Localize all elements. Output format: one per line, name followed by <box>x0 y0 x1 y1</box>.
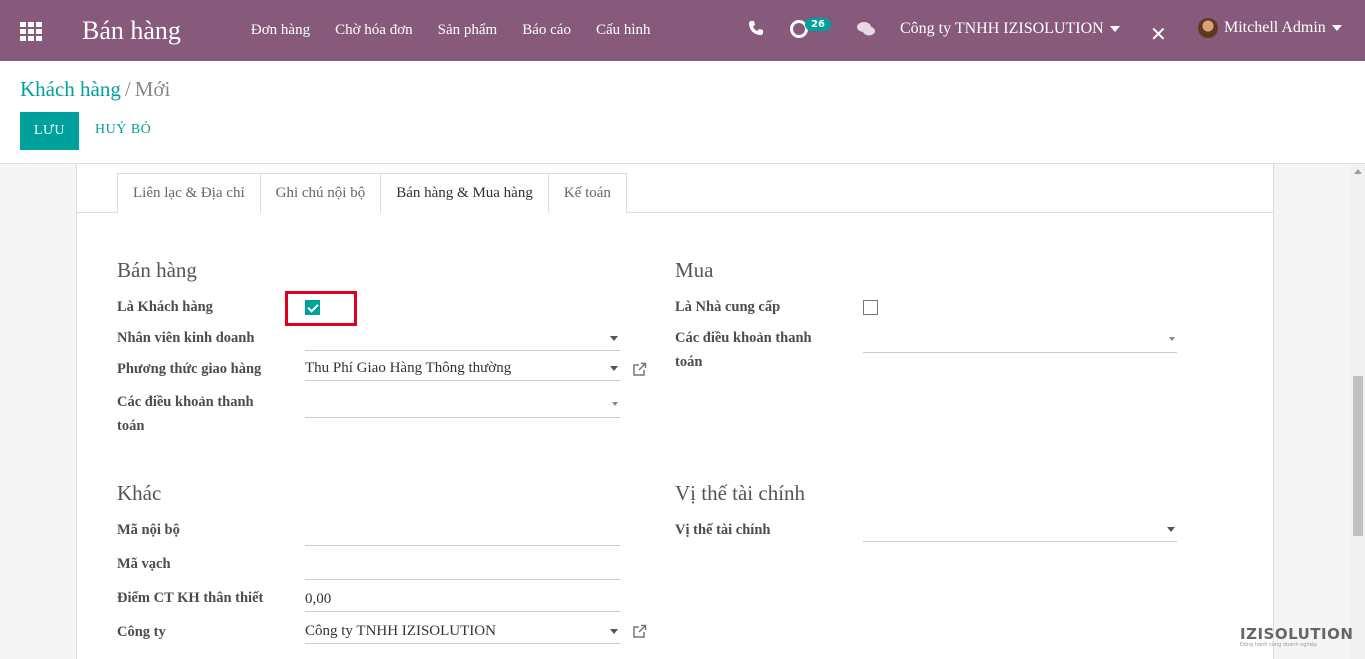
avatar <box>1198 18 1218 38</box>
internal-ref-input[interactable] <box>305 522 620 546</box>
dropdown-arrow-icon <box>610 336 618 341</box>
page-scrollbar[interactable] <box>1351 164 1365 659</box>
internal-ref-label: Mã nội bộ <box>117 522 180 538</box>
misc-section-title: Khác <box>117 481 162 505</box>
dropdown-arrow-icon <box>610 629 618 634</box>
barcode-input[interactable] <box>305 556 620 580</box>
company-switcher[interactable]: Công ty TNHH IZISOLUTION <box>900 20 1120 38</box>
izisolution-watermark-logo: IZISOLUTION Đồng hành cùng doanh nghiệp <box>1240 624 1353 648</box>
purchase-section-title: Mua <box>675 258 714 282</box>
activity-count-badge: 26 <box>805 18 831 31</box>
company-value: Công ty TNHH IZISOLUTION <box>305 623 496 639</box>
user-name: Mitchell Admin <box>1224 19 1326 36</box>
breadcrumb-separator: / <box>124 77 131 101</box>
form-sheet: Liên lạc & Địa chỉ Ghi chú nội bộ Bán hà… <box>76 164 1274 659</box>
delivery-method-select[interactable]: Thu Phí Giao Hàng Thông thường <box>305 357 620 381</box>
fiscal-position-select[interactable] <box>863 518 1177 542</box>
tab-internal-notes[interactable]: Ghi chú nội bộ <box>260 173 382 213</box>
breadcrumb-current: Mới <box>134 77 171 101</box>
menu-item-to-invoice[interactable]: Chờ hóa đơn <box>335 22 413 39</box>
chevron-down-icon <box>1331 25 1342 31</box>
control-panel: Khách hàng / Mới LƯU HUỶ BỎ <box>0 61 1365 164</box>
menu-item-configuration[interactable]: Cấu hình <box>596 22 651 39</box>
purchase-payment-terms-select[interactable] <box>863 329 1177 353</box>
fiscal-section-title: Vị thế tài chính <box>675 481 806 505</box>
top-navbar: Bán hàng Đơn hàng Chờ hóa đơn Sản phẩm B… <box>0 0 1365 61</box>
is-vendor-checkbox[interactable] <box>863 300 878 315</box>
external-link-icon[interactable] <box>632 624 647 639</box>
delivery-method-label: Phương thức giao hàng <box>117 361 262 377</box>
company-select[interactable]: Công ty TNHH IZISOLUTION <box>305 620 620 644</box>
debug-tools-icon[interactable]: ✕ <box>1150 22 1167 46</box>
breadcrumb: Khách hàng / Mới <box>20 77 170 102</box>
phone-icon[interactable] <box>748 20 764 36</box>
is-vendor-label: Là Nhà cung cấp <box>675 299 781 315</box>
dropdown-arrow-icon <box>612 402 618 406</box>
dropdown-arrow-icon <box>1167 527 1175 532</box>
dropdown-arrow-icon <box>610 366 618 371</box>
tab-accounting[interactable]: Kế toán <box>548 173 627 213</box>
discard-button[interactable]: HUỶ BỎ <box>95 122 151 138</box>
salesperson-select[interactable] <box>305 327 620 351</box>
apps-menu-icon[interactable] <box>20 21 44 41</box>
external-link-icon[interactable] <box>632 362 647 377</box>
sales-section-title: Bán hàng <box>117 258 197 282</box>
loyalty-points-input[interactable]: 0,00 <box>305 588 620 612</box>
loyalty-points-label: Điểm CT KH thân thiết <box>117 590 264 606</box>
scrollbar-thumb[interactable] <box>1353 376 1363 536</box>
chevron-down-icon <box>1109 26 1120 33</box>
watermark-name: IZISOLUTION <box>1240 625 1354 643</box>
menu-item-reporting[interactable]: Báo cáo <box>522 22 571 39</box>
notebook-tabs: Liên lạc & Địa chỉ Ghi chú nội bộ Bán hà… <box>117 173 627 213</box>
purchase-payment-terms-label-2: toán <box>675 354 703 370</box>
purchase-payment-terms-label-1: Các điều khoản thanh <box>675 330 812 346</box>
tab-contacts-addresses[interactable]: Liên lạc & Địa chỉ <box>117 173 261 213</box>
company-name: Công ty TNHH IZISOLUTION <box>900 20 1104 37</box>
chat-icon[interactable] <box>856 21 876 37</box>
sales-payment-terms-select[interactable] <box>305 394 620 418</box>
is-customer-label: Là Khách hàng <box>117 299 213 315</box>
sales-payment-terms-label-1: Các điều khoản thanh <box>117 394 254 410</box>
delivery-method-value: Thu Phí Giao Hàng Thông thường <box>305 360 512 376</box>
breadcrumb-customers-link[interactable]: Khách hàng <box>20 77 121 101</box>
main-menu: Đơn hàng Chờ hóa đơn Sản phẩm Báo cáo Cấ… <box>251 22 676 39</box>
menu-item-products[interactable]: Sản phẩm <box>438 22 498 39</box>
company-label: Công ty <box>117 624 166 640</box>
app-name[interactable]: Bán hàng <box>82 16 181 46</box>
highlight-annotation <box>285 291 357 326</box>
save-button[interactable]: LƯU <box>20 112 79 150</box>
tab-sales-purchase[interactable]: Bán hàng & Mua hàng <box>381 173 549 213</box>
sales-payment-terms-label-2: toán <box>117 418 145 434</box>
barcode-label: Mã vạch <box>117 556 171 572</box>
salesperson-label: Nhân viên kinh doanh <box>117 330 255 346</box>
menu-item-orders[interactable]: Đơn hàng <box>251 22 310 39</box>
fiscal-position-label: Vị thế tài chính <box>675 522 771 538</box>
scroll-up-arrow-icon[interactable] <box>1354 169 1362 174</box>
user-menu[interactable]: Mitchell Admin <box>1198 18 1342 38</box>
dropdown-arrow-icon <box>1169 337 1175 341</box>
